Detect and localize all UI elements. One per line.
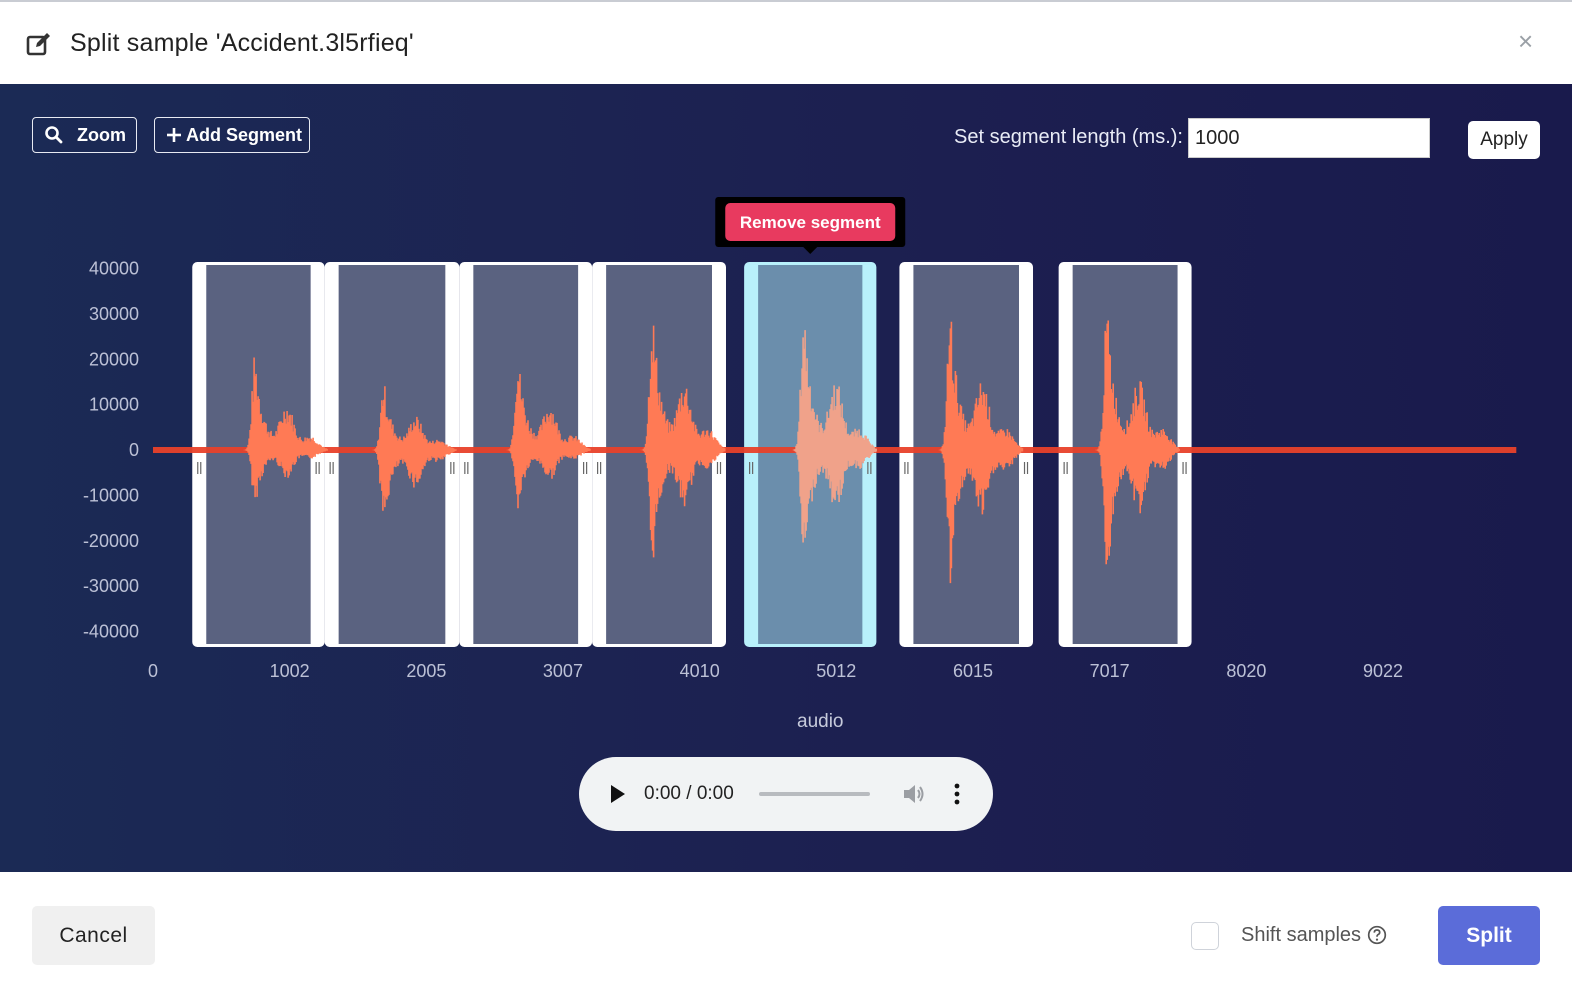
y-tick-label: -40000 <box>83 622 139 642</box>
volume-icon[interactable] <box>901 782 927 806</box>
remove-segment-button[interactable]: Remove segment <box>725 203 896 241</box>
x-tick-label: 3007 <box>543 661 583 681</box>
cancel-button[interactable]: Cancel <box>32 906 155 965</box>
x-tick-label: 2005 <box>406 661 446 681</box>
x-tick-label: 1002 <box>270 661 310 681</box>
shift-samples-checkbox[interactable] <box>1191 922 1219 950</box>
player-time: 0:00 / 0:00 <box>644 783 734 804</box>
player-progress-track[interactable] <box>759 792 870 796</box>
y-tick-label: -30000 <box>83 576 139 596</box>
close-icon[interactable]: × <box>1518 26 1533 57</box>
y-tick-label: 20000 <box>89 349 139 369</box>
dialog-footer: Cancel Shift samples Split <box>0 872 1572 1000</box>
y-tick-label: 10000 <box>89 395 139 415</box>
y-tick-label: -10000 <box>83 485 139 505</box>
x-tick-label: 5012 <box>816 661 856 681</box>
y-tick-label: 0 <box>129 440 139 460</box>
remove-segment-label: Remove segment <box>740 213 881 232</box>
y-tick-label: 30000 <box>89 304 139 324</box>
x-tick-label: 7017 <box>1090 661 1130 681</box>
y-tick-label: -20000 <box>83 531 139 551</box>
shift-samples-label: Shift samples <box>1241 924 1362 946</box>
split-button[interactable]: Split <box>1438 906 1540 965</box>
tooltip-arrow <box>802 246 819 254</box>
x-tick-label: 0 <box>148 661 158 681</box>
waveform-chart: 40000 30000 20000 10000 0 -10000 -20000 -30000 -… <box>83 197 1517 681</box>
edit-icon <box>26 33 50 56</box>
legend-label: audio <box>797 711 844 732</box>
x-tick-label: 8020 <box>1226 661 1266 681</box>
x-tick-label: 9022 <box>1363 661 1403 681</box>
help-circle-icon[interactable] <box>1367 925 1387 945</box>
audio-player: 0:00 / 0:00 <box>579 757 993 831</box>
play-icon[interactable] <box>609 784 627 804</box>
dialog-title: Split sample 'Accident.3l5rfieq' <box>70 29 414 57</box>
dialog-header: Split sample 'Accident.3l5rfieq' × <box>0 2 1572 84</box>
more-vert-icon[interactable] <box>953 782 961 806</box>
x-tick-label: 6015 <box>953 661 993 681</box>
remove-segment-tooltip: Remove segment <box>715 197 906 254</box>
split-editor-panel: Zoom Add Segment Set segment length (ms.… <box>0 84 1572 872</box>
y-tick-label: 40000 <box>89 259 139 279</box>
x-tick-label: 4010 <box>680 661 720 681</box>
